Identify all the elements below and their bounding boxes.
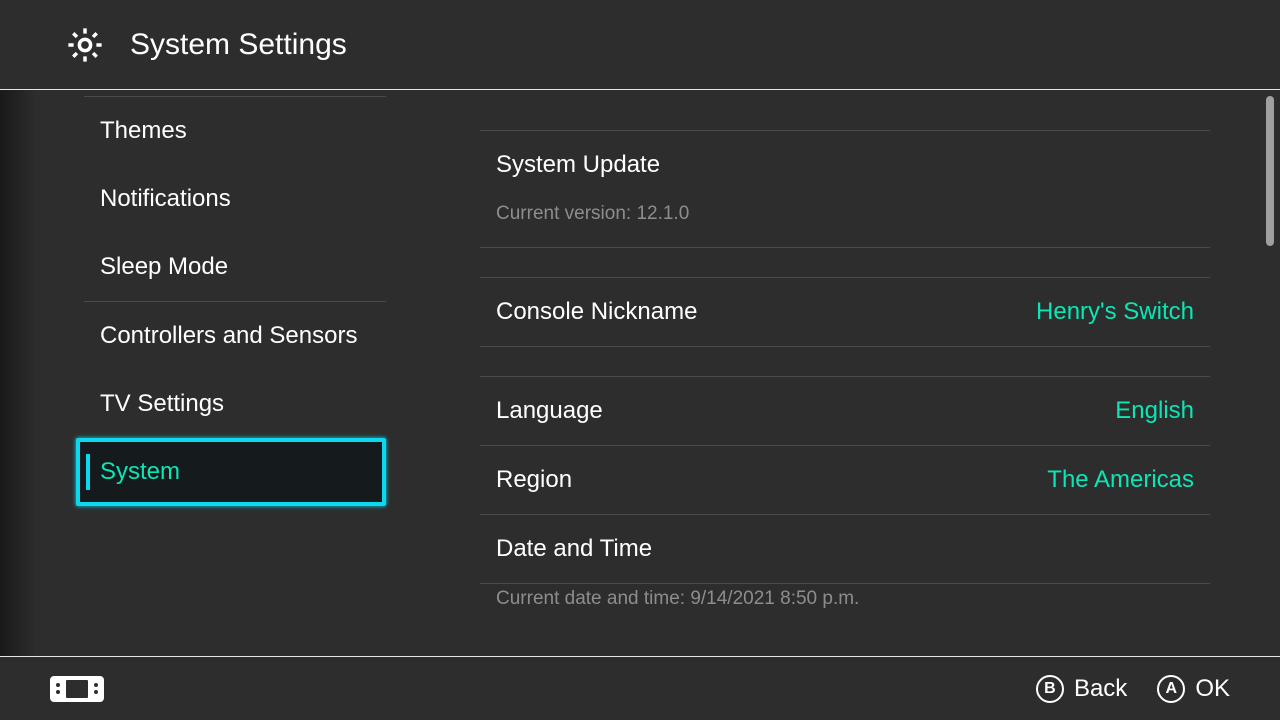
row-label: System Update (496, 151, 660, 179)
hint-back[interactable]: B Back (1036, 675, 1127, 703)
row-label: Language (496, 397, 603, 425)
sidebar-item-tv-settings[interactable]: TV Settings (0, 370, 410, 438)
sidebar-item-label: Notifications (100, 185, 231, 212)
row-system-update[interactable]: System Update (480, 130, 1210, 199)
sidebar-item-controllers-sensors[interactable]: Controllers and Sensors (0, 302, 410, 370)
section-gap (480, 346, 1210, 376)
settings-sidebar: amiibo Themes Notifications Sleep Mode C… (0, 90, 410, 656)
sidebar-item-notifications[interactable]: Notifications (0, 165, 410, 233)
row-region[interactable]: Region The Americas (480, 445, 1210, 514)
a-button-icon: A (1157, 675, 1185, 703)
sidebar-item-label: TV Settings (100, 390, 224, 417)
sidebar-item-label: Sleep Mode (100, 253, 228, 280)
section-gap (480, 247, 1210, 277)
sidebar-item-sleep-mode[interactable]: Sleep Mode (0, 233, 410, 301)
sidebar-item-amiibo[interactable]: amiibo (0, 60, 410, 96)
system-panel: System Update Current version: 12.1.0 Co… (410, 90, 1280, 656)
hint-ok[interactable]: A OK (1157, 675, 1230, 703)
hint-label: OK (1195, 675, 1230, 703)
row-value: Henry's Switch (1036, 298, 1194, 326)
row-label: Date and Time (496, 535, 652, 563)
system-update-version: Current version: 12.1.0 (480, 199, 1210, 247)
sidebar-item-label: System (100, 458, 180, 485)
row-language[interactable]: Language English (480, 376, 1210, 445)
sidebar-item-themes[interactable]: Themes (0, 97, 410, 165)
row-label: Region (496, 466, 572, 494)
date-time-current: Current date and time: 9/14/2021 8:50 p.… (480, 584, 1210, 610)
footer: B Back A OK (0, 656, 1280, 720)
scrollbar-thumb[interactable] (1266, 96, 1274, 246)
row-value: English (1115, 397, 1194, 425)
hint-label: Back (1074, 675, 1127, 703)
sidebar-item-label: amiibo (100, 60, 171, 65)
row-console-nickname[interactable]: Console Nickname Henry's Switch (480, 277, 1210, 346)
row-date-time[interactable]: Date and Time (480, 514, 1210, 584)
page-title: System Settings (130, 28, 347, 62)
sidebar-item-label: Themes (100, 117, 187, 144)
sidebar-item-label: Controllers and Sensors (100, 322, 357, 349)
row-label: Console Nickname (496, 298, 697, 326)
b-button-icon: B (1036, 675, 1064, 703)
console-icon[interactable] (50, 676, 104, 702)
row-value: The Americas (1047, 466, 1194, 494)
sidebar-item-system[interactable]: System (76, 438, 386, 506)
